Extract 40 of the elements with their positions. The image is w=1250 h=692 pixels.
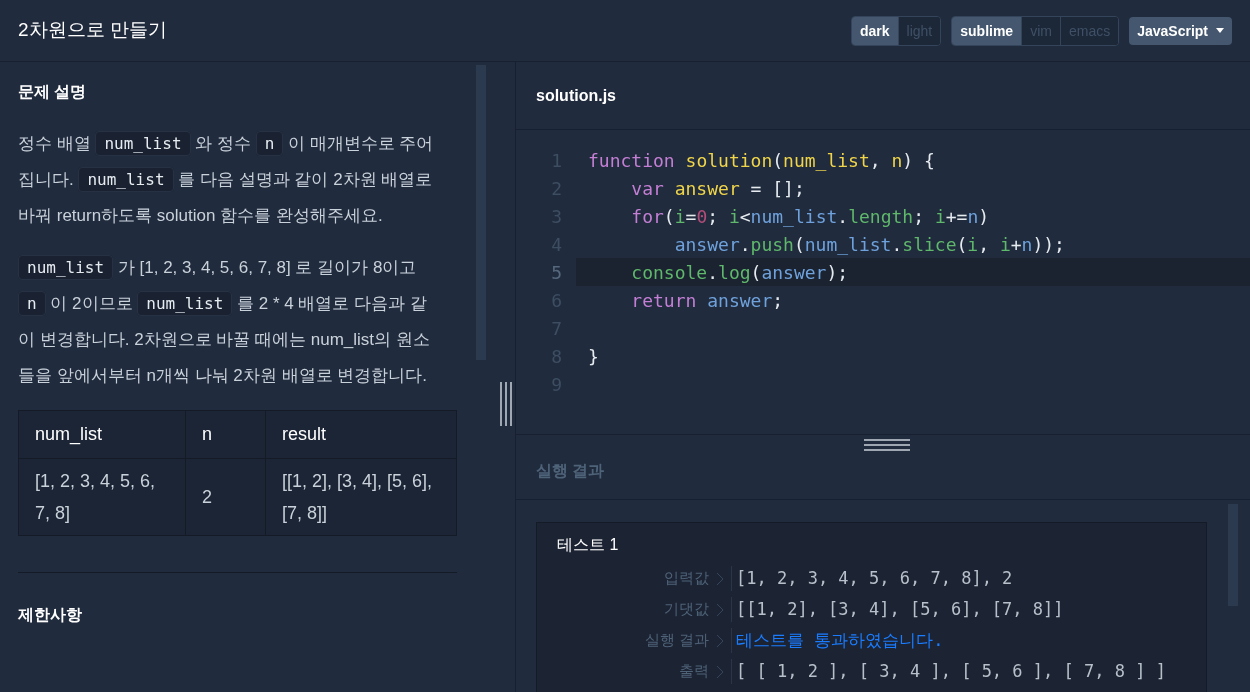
result-label: 입력값: [663, 568, 709, 589]
result-value: [1, 2, 3, 4, 5, 6, 7, 8], 2: [731, 565, 1013, 592]
result-label: 출력: [678, 661, 709, 682]
code-text: console.log(answer);: [576, 258, 1250, 286]
file-name: solution.js: [536, 85, 616, 106]
chevron-right-icon: [717, 603, 723, 616]
description-paragraph: num_list 가 [1, 2, 3, 4, 5, 6, 7, 8] 로 길이가 8이고 n 이 2이므로 num_list 를 2 * 4 배열로 다음과 같이 변경합니다. 2차원으로 바꿀 때에는 num_list의 원소들을 앞에서부터 n개씩 나눠 2차원 배열로 변경합니다.: [18, 250, 435, 394]
page-title: 2차원으로 만들기: [18, 18, 167, 43]
chevron-right-icon: [717, 634, 723, 647]
code-text: var answer = [];: [630, 176, 806, 201]
section-heading: 제한사항: [18, 605, 83, 625]
section-heading: 문제 설명: [18, 82, 88, 102]
description-paragraph: 정수 배열 num_list 와 정수 n 이 매개변수로 주어집니다. num_list 를 다음 설명과 같이 2차원 배열로 바꿔 return하도록 solution 함수를 완성해주세요.: [18, 126, 435, 234]
toggle-option[interactable]: sublime: [952, 16, 1023, 45]
table-header-cell: n: [185, 410, 266, 459]
result-label: 실행 결과: [643, 630, 709, 651]
results-heading: 실행 결과: [536, 461, 605, 481]
code-text: }: [587, 344, 600, 369]
language-dropdown[interactable]: JavaScript: [1129, 16, 1232, 45]
resize-handle-icon[interactable]: [500, 382, 512, 426]
code-text: function solution(num_list, n) {: [587, 148, 936, 173]
code-text: answer.push(num_list.slice(i, i+n));: [673, 232, 1066, 257]
code-text: return answer;: [630, 288, 785, 313]
table-header-cell: num_list: [18, 410, 186, 459]
table-cell: 2: [185, 458, 266, 536]
result-value: [ [ 1, 2 ], [ 3, 4 ], [ 5, 6 ], [ 7, 8 ] ]: [731, 658, 1166, 685]
result-label: 기댓값: [663, 599, 709, 620]
code-text: for(i=0; i<num_list.length; i+=n): [630, 204, 991, 229]
caret-icon: [1216, 28, 1224, 33]
table-cell: [1, 2, 3, 4, 5, 6, 7, 8]: [18, 458, 186, 536]
chevron-right-icon: [717, 665, 723, 678]
result-value: [[1, 2], [3, 4], [5, 6], [7, 8]]: [731, 596, 1064, 623]
line-number: 5: [550, 260, 563, 285]
test-title: 테스트 1: [556, 535, 620, 555]
chevron-right-icon: [717, 572, 723, 585]
resize-handle-icon[interactable]: [864, 439, 910, 451]
result-value: 테스트를 통과하였습니다.: [731, 627, 944, 654]
table-cell: [[1, 2], [3, 4], [5, 6], [7, 8]]: [265, 458, 457, 536]
toggle-option[interactable]: dark: [852, 16, 899, 45]
table-header-cell: result: [265, 410, 457, 459]
